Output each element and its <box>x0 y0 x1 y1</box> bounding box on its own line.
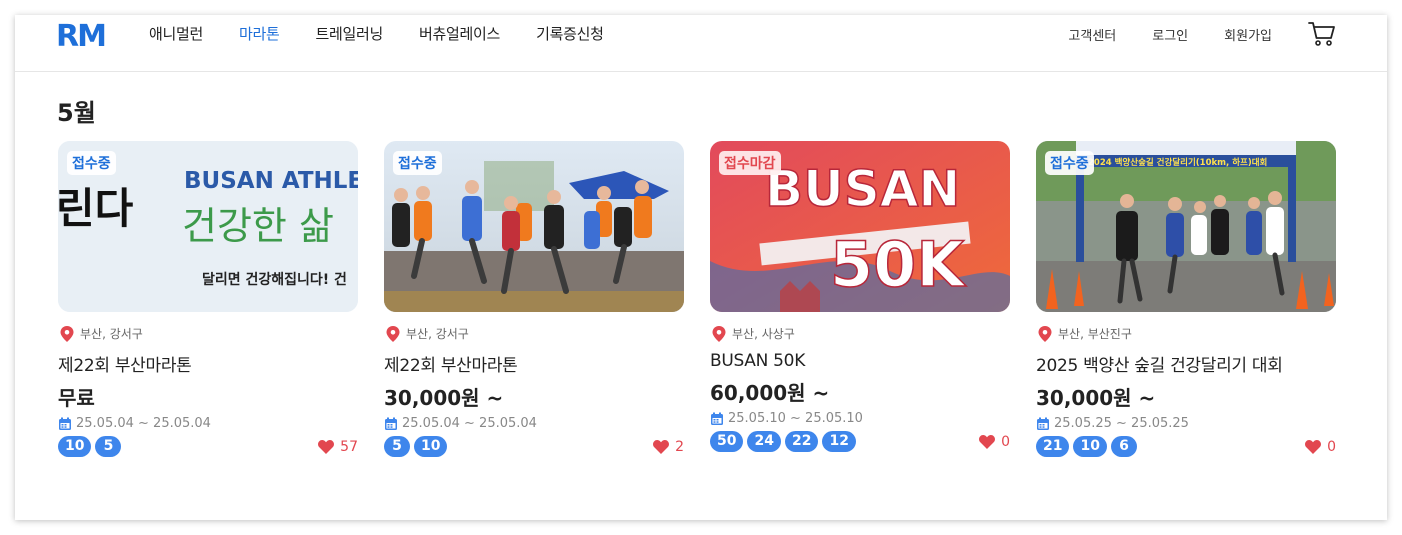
location-pin-icon <box>712 325 726 342</box>
event-location: 부산, 부산진구 <box>1038 325 1336 342</box>
customer-center-link[interactable]: 고객센터 <box>1068 25 1116 44</box>
top-navigation-bar: RM 애니멀런 마라톤 트레일러닝 버츄얼레이스 기록증신청 고객센터 로그인 … <box>15 15 1387 72</box>
image-text-banner: 2024 백양산숲길 건강달리기(10km, 하프)대회 <box>1088 157 1267 168</box>
event-card[interactable]: BUSAN ATHLE 린다 건강한 삶 달리면 건강해집니다! 건 접수중 부… <box>58 141 358 457</box>
event-dates: 25.05.04 ~ 25.05.04 <box>384 416 684 431</box>
distance-pill: 24 <box>747 431 781 452</box>
event-card[interactable]: BUSAN 50K 접수마감 부산, 사상구 BUSAN 50K 60,000원… <box>710 141 1010 452</box>
event-dates: 25.05.25 ~ 25.05.25 <box>1036 416 1336 431</box>
event-location: 부산, 사상구 <box>712 325 1010 342</box>
nav-item-certificate[interactable]: 기록증신청 <box>536 23 604 44</box>
distance-pill: 50 <box>710 431 744 452</box>
distance-pill: 22 <box>784 431 819 452</box>
nav-item-trail-running[interactable]: 트레일러닝 <box>316 23 384 44</box>
image-text-ko1: 린다 <box>58 184 134 233</box>
status-badge: 접수중 <box>67 151 116 175</box>
distance-pill: 5 <box>95 436 122 457</box>
status-badge: 접수마감 <box>719 151 781 175</box>
event-title[interactable]: 제22회 부산마라톤 <box>384 351 684 376</box>
month-heading: 5월 <box>57 99 96 127</box>
event-thumbnail[interactable]: 2024 백양산숲길 건강달리기(10km, 하프)대회 접수중 <box>1036 141 1336 312</box>
event-thumbnail[interactable]: 접수중 <box>384 141 684 312</box>
distance-pill: 10 <box>1073 436 1107 457</box>
event-title[interactable]: BUSAN 50K <box>710 351 1010 371</box>
card-footer: 5 10 2 <box>384 436 684 457</box>
distance-pills: 10 5 <box>58 436 122 457</box>
like-count: 57 <box>340 438 358 455</box>
image-text-ko2: 건강한 삶 <box>182 204 334 248</box>
status-badge: 접수중 <box>1045 151 1094 175</box>
heart-icon <box>979 434 996 449</box>
like-button[interactable]: 57 <box>318 439 358 455</box>
calendar-icon <box>711 412 723 425</box>
heart-icon <box>653 439 670 454</box>
distance-pills: 21 10 6 <box>1036 436 1137 457</box>
logo-text: RM <box>56 19 105 49</box>
event-title[interactable]: 제22회 부산마라톤 <box>58 351 358 376</box>
event-price: 30,000원 ~ <box>1036 386 1156 410</box>
like-button[interactable]: 0 <box>979 434 1010 450</box>
heart-icon <box>318 439 335 454</box>
location-pin-icon <box>60 325 74 342</box>
like-count: 0 <box>1327 438 1336 455</box>
main-nav: 애니멀런 마라톤 트레일러닝 버츄얼레이스 기록증신청 <box>149 23 604 44</box>
signup-link[interactable]: 회원가입 <box>1224 25 1272 44</box>
status-badge: 접수중 <box>393 151 442 175</box>
distance-pill: 21 <box>1036 436 1070 457</box>
like-count: 0 <box>1001 433 1010 450</box>
card-footer: 50 24 22 12 0 <box>710 431 1010 452</box>
location-text: 부산, 사상구 <box>732 327 795 341</box>
location-pin-icon <box>1038 325 1052 342</box>
location-text: 부산, 강서구 <box>80 327 143 341</box>
distance-pills: 50 24 22 12 <box>710 431 856 452</box>
card-footer: 10 5 57 <box>58 436 358 457</box>
dates-text: 25.05.04 ~ 25.05.04 <box>76 416 211 431</box>
image-text-line2: 50K <box>830 228 966 301</box>
image-text-line1: BUSAN <box>765 160 960 218</box>
heart-icon <box>1305 439 1322 454</box>
event-dates: 25.05.04 ~ 25.05.04 <box>58 416 358 431</box>
calendar-icon <box>385 417 397 430</box>
site-logo[interactable]: RM <box>56 19 116 49</box>
calendar-icon <box>1037 417 1049 430</box>
distance-pill: 10 <box>58 436 92 457</box>
image-text-en: BUSAN ATHLE <box>184 168 358 194</box>
dates-text: 25.05.25 ~ 25.05.25 <box>1054 416 1189 431</box>
event-thumbnail[interactable]: BUSAN 50K 접수마감 <box>710 141 1010 312</box>
event-location: 부산, 강서구 <box>60 325 358 342</box>
login-link[interactable]: 로그인 <box>1152 25 1188 44</box>
location-pin-icon <box>386 325 400 342</box>
event-card[interactable]: 접수중 부산, 강서구 제22회 부산마라톤 30,000원 ~ 25.05.0… <box>384 141 684 457</box>
nav-item-virtual-race[interactable]: 버츄얼레이스 <box>419 23 500 44</box>
page-frame: RM 애니멀런 마라톤 트레일러닝 버츄얼레이스 기록증신청 고객센터 로그인 … <box>15 15 1387 520</box>
cart-icon[interactable] <box>1307 20 1337 48</box>
distance-pill: 10 <box>414 436 448 457</box>
distance-pills: 5 10 <box>384 436 448 457</box>
event-dates: 25.05.10 ~ 25.05.10 <box>710 411 1010 426</box>
event-location: 부산, 강서구 <box>386 325 684 342</box>
distance-pill: 5 <box>384 436 410 457</box>
like-button[interactable]: 0 <box>1305 439 1336 455</box>
dates-text: 25.05.04 ~ 25.05.04 <box>402 416 537 431</box>
calendar-icon <box>59 417 71 430</box>
location-text: 부산, 부산진구 <box>1058 327 1132 341</box>
like-button[interactable]: 2 <box>653 439 684 455</box>
nav-item-animal-run[interactable]: 애니멀런 <box>149 23 203 44</box>
event-thumbnail[interactable]: BUSAN ATHLE 린다 건강한 삶 달리면 건강해집니다! 건 접수중 <box>58 141 358 312</box>
distance-pill: 6 <box>1110 436 1137 457</box>
card-footer: 21 10 6 0 <box>1036 436 1336 457</box>
dates-text: 25.05.10 ~ 25.05.10 <box>728 411 863 426</box>
location-text: 부산, 강서구 <box>406 327 469 341</box>
event-title[interactable]: 2025 백양산 숲길 건강달리기 대회 <box>1036 351 1336 376</box>
event-price: 30,000원 ~ <box>384 386 504 410</box>
like-count: 2 <box>675 438 684 455</box>
nav-item-marathon[interactable]: 마라톤 <box>239 23 280 44</box>
image-text-ko3: 달리면 건강해집니다! 건 <box>202 271 347 288</box>
distance-pill: 12 <box>822 431 856 452</box>
event-price: 60,000원 ~ <box>710 381 830 405</box>
event-card[interactable]: 2024 백양산숲길 건강달리기(10km, 하프)대회 접수중 부산, 부산진… <box>1036 141 1336 457</box>
utility-nav: 고객센터 로그인 회원가입 <box>1068 25 1272 44</box>
event-price: 무료 <box>58 386 95 410</box>
